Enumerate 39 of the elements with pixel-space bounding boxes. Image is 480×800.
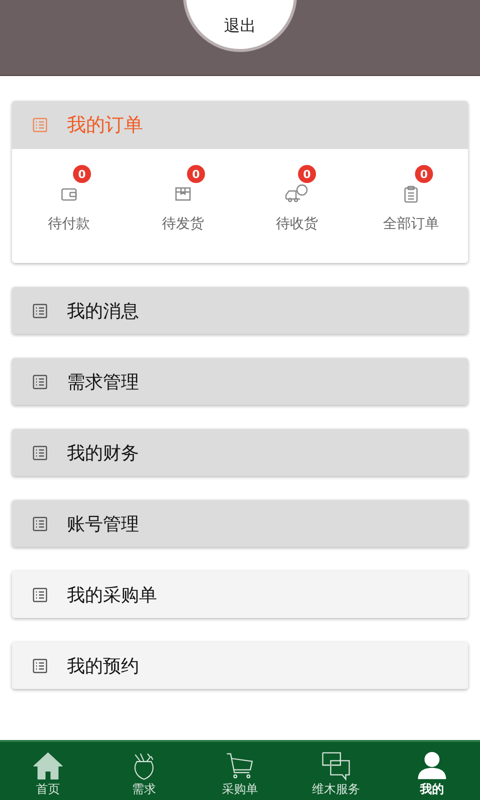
menu-item[interactable]: 需求管理	[12, 358, 468, 405]
menu-item[interactable]: 我的消息	[12, 287, 468, 334]
list-icon	[32, 374, 48, 390]
tab-bar-item[interactable]: 维木服务	[288, 742, 384, 800]
cart-icon	[224, 751, 256, 781]
count-badge: 0	[415, 165, 433, 183]
count-badge: 0	[298, 165, 316, 183]
chat-icon	[319, 751, 353, 781]
tab-bar-item[interactable]: 首页	[0, 742, 96, 800]
list-icon	[32, 117, 48, 133]
menu-item-label: 账号管理	[67, 512, 139, 536]
menu-item-label: 需求管理	[67, 370, 139, 394]
menu-item-label: 我的消息	[67, 300, 139, 322]
order-status-link[interactable]: 全部订单	[383, 215, 439, 233]
menu-item[interactable]: 我的财务	[12, 429, 468, 476]
tab-bar-item[interactable]: 需求	[96, 742, 192, 800]
person-icon	[416, 751, 448, 781]
home-icon	[32, 751, 64, 781]
count-badge: 0	[73, 165, 91, 183]
order-status-link[interactable]: 待收货	[276, 215, 318, 233]
menu-item-label: 我的采购单	[67, 584, 157, 606]
tab-bar-item[interactable]: 我的	[384, 742, 480, 800]
count-badge: 0	[187, 165, 205, 183]
order-status-link[interactable]: 待付款	[48, 215, 90, 233]
list-icon	[32, 658, 48, 674]
list-icon	[32, 444, 48, 460]
tab-bar-item[interactable]: 采购单	[192, 742, 288, 800]
order-status-link[interactable]: 待发货	[162, 215, 204, 233]
orders-title: 我的订单	[67, 113, 143, 138]
list-icon	[32, 302, 48, 318]
list-icon	[32, 516, 48, 532]
menu-item-label: 我的财务	[67, 442, 139, 464]
logout-button[interactable]: 退出	[183, 0, 297, 52]
truck-icon	[284, 184, 310, 204]
menu-item[interactable]: 我的采购单	[12, 571, 468, 618]
menu-item[interactable]: 我的预约	[12, 642, 468, 689]
menu-item-label: 我的预约	[67, 654, 139, 678]
list-icon	[32, 586, 48, 602]
menu-item[interactable]: 账号管理	[12, 500, 468, 547]
